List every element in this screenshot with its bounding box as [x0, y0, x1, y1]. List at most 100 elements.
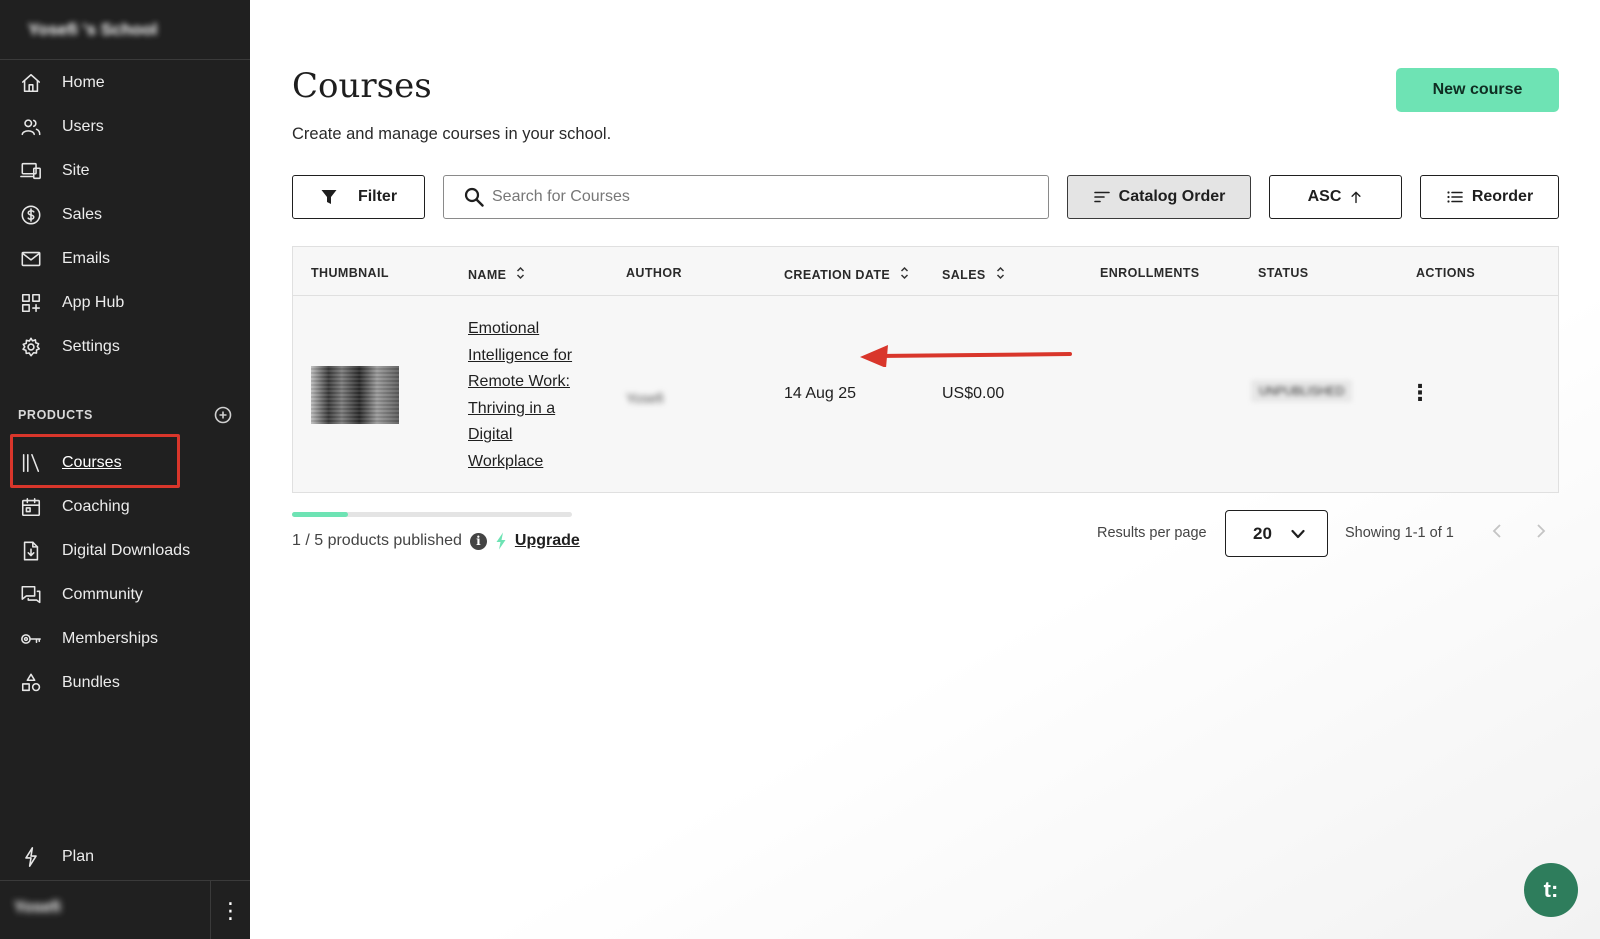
nav-label: Emails — [62, 250, 111, 267]
column-label: ENROLLMENTS — [1100, 266, 1200, 280]
column-label: THUMBNAIL — [311, 266, 389, 280]
catalog-order-label: Catalog Order — [1118, 188, 1226, 205]
list-icon — [1447, 191, 1463, 203]
page-subtitle: Create and manage courses in your school… — [292, 125, 612, 143]
nav-label: Bundles — [62, 674, 120, 691]
column-header-enrollments: ENROLLMENTS — [1100, 266, 1200, 280]
status-badge: UNPUBLISHED — [1251, 380, 1353, 402]
previous-page-icon[interactable] — [1490, 523, 1510, 543]
school-name[interactable]: Yosefi 's School — [28, 20, 157, 40]
nav-item-courses[interactable]: Courses — [0, 448, 250, 478]
results-per-page-value: 20 — [1253, 523, 1272, 543]
sort-icon[interactable] — [996, 266, 1005, 283]
sort-lines-icon — [1093, 191, 1110, 203]
upgrade-link[interactable]: Upgrade — [515, 532, 580, 550]
nav-item-home[interactable]: Home — [0, 68, 250, 98]
calendar-icon — [19, 495, 43, 519]
sort-icon[interactable] — [900, 266, 909, 283]
nav-label: Settings — [62, 338, 120, 355]
user-menu-icon[interactable]: ⋮ — [210, 881, 250, 939]
column-label: STATUS — [1258, 266, 1309, 280]
nav-label: Memberships — [62, 630, 159, 647]
column-header-creation-date[interactable]: CREATION DATE — [784, 266, 909, 283]
column-header-sales[interactable]: SALES — [942, 266, 1005, 283]
reorder-button[interactable]: Reorder — [1420, 175, 1559, 219]
nav-label: Digital Downloads — [62, 542, 191, 559]
nav-label: Users — [62, 118, 104, 135]
file-download-icon — [19, 539, 43, 563]
published-progress-bar — [292, 512, 572, 517]
gear-icon — [19, 335, 43, 359]
course-author: Yosefi — [626, 390, 664, 406]
nav-item-settings[interactable]: Settings — [0, 332, 250, 362]
row-actions-icon[interactable]: ⋮ — [1408, 381, 1432, 405]
nav-item-app-hub[interactable]: App Hub — [0, 288, 250, 318]
course-thumbnail[interactable] — [311, 366, 399, 424]
reorder-label: Reorder — [1471, 188, 1534, 205]
user-name[interactable]: Yosefi — [14, 899, 61, 917]
nav-item-sales[interactable]: Sales — [0, 200, 250, 230]
key-icon — [19, 627, 43, 651]
main-content: Courses Create and manage courses in you… — [250, 0, 1600, 939]
column-label: AUTHOR — [626, 266, 682, 280]
column-header-name[interactable]: NAME — [468, 266, 525, 283]
nav-label: Community — [62, 586, 143, 603]
course-creation-date: 14 Aug 25 — [784, 385, 857, 402]
nav-item-plan[interactable]: Plan — [0, 842, 250, 872]
page-title: Courses — [292, 66, 432, 106]
nav-label: Courses — [62, 454, 122, 471]
search-icon — [464, 187, 484, 207]
column-header-thumbnail: THUMBNAIL — [311, 266, 389, 280]
red-arrow-annotation — [860, 345, 1072, 367]
mail-icon — [19, 247, 43, 271]
arrow-up-icon — [1351, 191, 1361, 204]
sort-icon[interactable] — [516, 266, 525, 283]
results-per-page-label: Results per page — [1097, 525, 1207, 541]
users-icon — [19, 115, 43, 139]
asc-sort-button[interactable]: ASC — [1269, 175, 1402, 219]
new-course-button[interactable]: New course — [1396, 68, 1559, 112]
table-row: Emotional Intelligence for Remote Work: … — [293, 296, 1558, 493]
nav-label: App Hub — [62, 294, 125, 311]
search-box[interactable] — [443, 175, 1049, 219]
published-status: 1 / 5 products published i Upgrade — [292, 532, 580, 550]
nav-item-emails[interactable]: Emails — [0, 244, 250, 274]
filter-button[interactable]: Filter — [292, 175, 425, 219]
chat-launcher-button[interactable]: t: — [1524, 863, 1578, 917]
lightning-icon — [496, 532, 506, 550]
catalog-order-button[interactable]: Catalog Order — [1067, 175, 1251, 219]
info-icon[interactable]: i — [469, 532, 487, 550]
next-page-icon[interactable] — [1534, 523, 1554, 543]
results-per-page-select[interactable]: 20 — [1225, 510, 1328, 557]
home-icon — [19, 71, 43, 95]
user-section: Yosefi ⋮ — [0, 880, 250, 939]
nav-item-community[interactable]: Community — [0, 580, 250, 610]
nav-label: Plan — [62, 848, 95, 865]
nav-item-bundles[interactable]: Bundles — [0, 668, 250, 698]
nav-item-coaching[interactable]: Coaching — [0, 492, 250, 522]
published-count-text: 1 / 5 products published — [292, 532, 462, 549]
progress-fill — [292, 512, 348, 517]
nav-item-digital-downloads[interactable]: Digital Downloads — [0, 536, 250, 566]
nav-item-users[interactable]: Users — [0, 112, 250, 142]
nav-label: Site — [62, 162, 90, 179]
table-header: THUMBNAIL NAME AUTHOR CREATION DATE SALE… — [293, 247, 1558, 296]
course-name-link[interactable]: Emotional Intelligence for Remote Work: … — [468, 316, 588, 476]
column-label: SALES — [942, 267, 986, 282]
school-header[interactable]: Yosefi 's School — [0, 0, 250, 60]
nav-item-memberships[interactable]: Memberships — [0, 624, 250, 654]
dollar-icon — [19, 203, 43, 227]
column-label: NAME — [468, 267, 507, 282]
column-label: ACTIONS — [1416, 266, 1476, 280]
pagination-status: Showing 1-1 of 1 — [1345, 525, 1454, 541]
sidebar: Yosefi 's School Home Users Site Sales E… — [0, 0, 250, 939]
add-product-icon[interactable] — [214, 406, 232, 424]
nav-label: Coaching — [62, 498, 130, 515]
nav-label: Sales — [62, 206, 103, 223]
devices-icon — [19, 159, 43, 183]
column-header-status: STATUS — [1258, 266, 1309, 280]
asc-label: ASC — [1307, 188, 1342, 205]
filter-label: Filter — [357, 188, 398, 205]
search-input[interactable] — [492, 176, 1032, 217]
nav-item-site[interactable]: Site — [0, 156, 250, 186]
